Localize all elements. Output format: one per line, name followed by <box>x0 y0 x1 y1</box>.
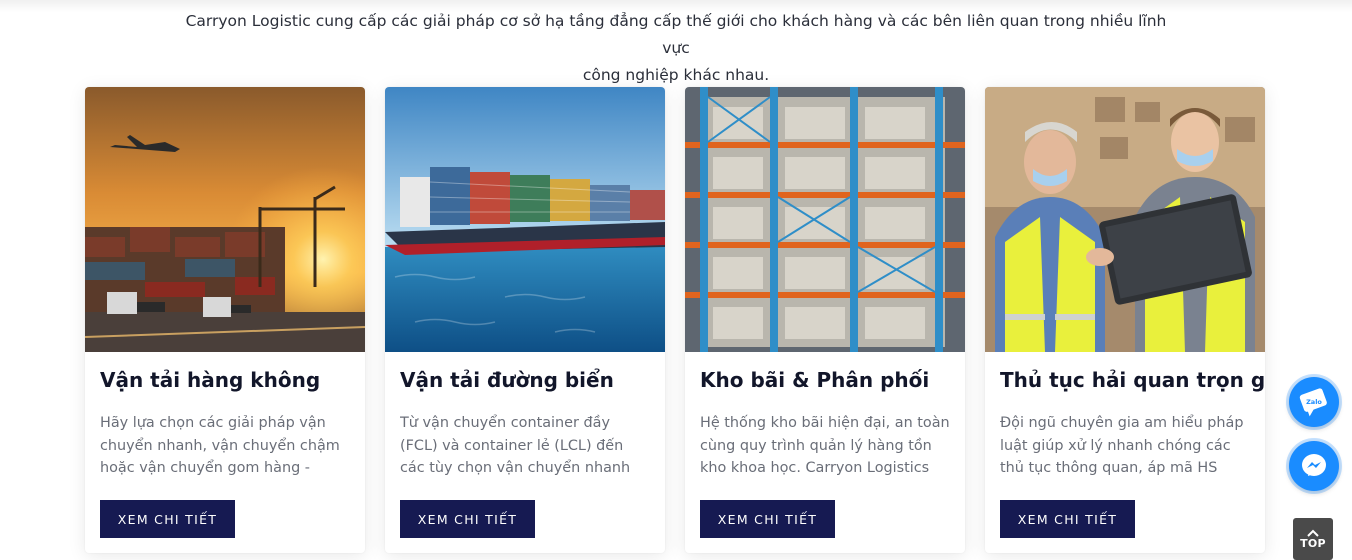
air-freight-image <box>85 87 365 352</box>
service-card-customs[interactable]: Thủ tục hải quan trọn gói Đội ngũ chuyên… <box>985 87 1265 553</box>
card-description: Hãy lựa chọn các giải pháp vận chuyển nh… <box>100 415 340 476</box>
view-details-button[interactable]: XEM CHI TIẾT <box>400 500 535 538</box>
messenger-button[interactable] <box>1289 441 1339 491</box>
card-title: Vận tải đường biển <box>400 368 614 392</box>
card-title: Kho bãi & Phân phối <box>700 368 930 392</box>
zalo-icon: Zalo <box>1299 388 1327 417</box>
chevron-up-icon <box>1307 529 1319 537</box>
view-details-button[interactable]: XEM CHI TIẾT <box>1000 500 1135 538</box>
customs-workers-image <box>985 87 1265 352</box>
service-card-warehouse[interactable]: Kho bãi & Phân phối Hệ thống kho bãi hiệ… <box>685 87 965 553</box>
card-title: Thủ tục hải quan trọn gói <box>1000 368 1265 392</box>
view-details-button[interactable]: XEM CHI TIẾT <box>700 500 835 538</box>
back-to-top-button[interactable]: TOP <box>1293 518 1333 560</box>
warehouse-racks-image <box>685 87 965 352</box>
zalo-button[interactable]: Zalo <box>1289 377 1339 427</box>
intro-line-2: công nghiệp khác nhau. <box>582 66 770 84</box>
top-label: TOP <box>1300 536 1326 550</box>
card-title: Vận tải hàng không <box>100 368 321 392</box>
messenger-icon <box>1302 454 1326 476</box>
container-ship-image <box>385 87 665 352</box>
intro-line-1: Carryon Logistic cung cấp các giải pháp … <box>185 12 1167 57</box>
svg-text:Zalo: Zalo <box>1306 398 1322 406</box>
card-description: Hệ thống kho bãi hiện đại, an toàn cùng … <box>700 415 950 476</box>
intro-text: Carryon Logistic cung cấp các giải pháp … <box>176 8 1176 89</box>
card-description: Đội ngũ chuyên gia am hiểu pháp luật giú… <box>1000 415 1244 476</box>
view-details-button[interactable]: XEM CHI TIẾT <box>100 500 235 538</box>
card-description: Từ vận chuyển container đầy (FCL) và con… <box>400 415 631 476</box>
service-card-air[interactable]: Vận tải hàng không Hãy lựa chọn các giải… <box>85 87 365 553</box>
service-card-sea[interactable]: Vận tải đường biển Từ vận chuyển contain… <box>385 87 665 553</box>
